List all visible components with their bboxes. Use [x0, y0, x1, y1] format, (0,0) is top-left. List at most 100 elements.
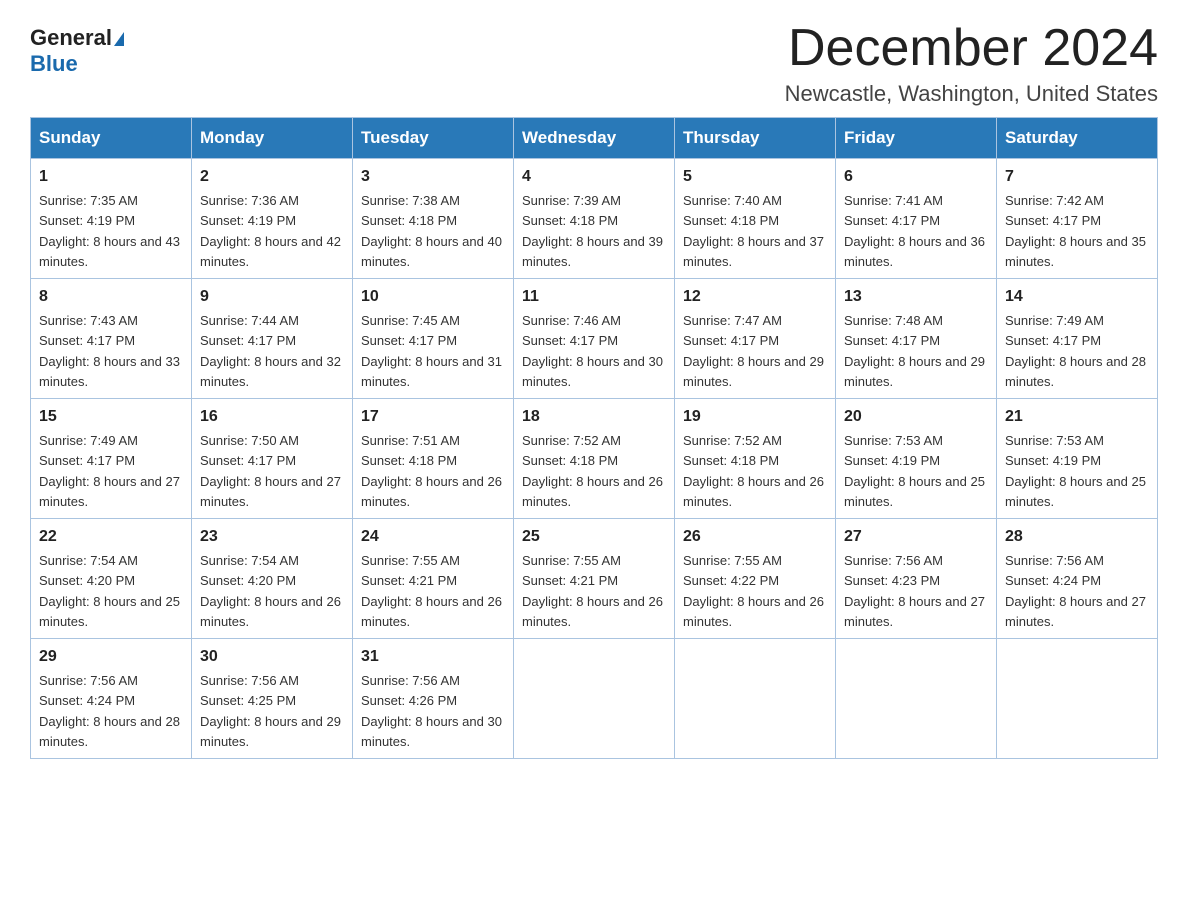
table-cell: 25 Sunrise: 7:55 AMSunset: 4:21 PMDaylig… [514, 519, 675, 639]
logo: General Blue [30, 20, 124, 77]
calendar-table: Sunday Monday Tuesday Wednesday Thursday… [30, 117, 1158, 759]
day-number: 25 [522, 525, 666, 549]
day-number: 24 [361, 525, 505, 549]
logo-general-text: General [30, 25, 112, 50]
day-number: 4 [522, 165, 666, 189]
table-cell: 23 Sunrise: 7:54 AMSunset: 4:20 PMDaylig… [192, 519, 353, 639]
day-info: Sunrise: 7:43 AMSunset: 4:17 PMDaylight:… [39, 313, 180, 389]
table-cell: 10 Sunrise: 7:45 AMSunset: 4:17 PMDaylig… [353, 279, 514, 399]
day-info: Sunrise: 7:42 AMSunset: 4:17 PMDaylight:… [1005, 193, 1146, 269]
week-row-2: 8 Sunrise: 7:43 AMSunset: 4:17 PMDayligh… [31, 279, 1158, 399]
week-row-5: 29 Sunrise: 7:56 AMSunset: 4:24 PMDaylig… [31, 639, 1158, 759]
table-cell: 18 Sunrise: 7:52 AMSunset: 4:18 PMDaylig… [514, 399, 675, 519]
table-cell: 20 Sunrise: 7:53 AMSunset: 4:19 PMDaylig… [836, 399, 997, 519]
logo-line1: General [30, 25, 124, 51]
day-info: Sunrise: 7:39 AMSunset: 4:18 PMDaylight:… [522, 193, 663, 269]
day-number: 12 [683, 285, 827, 309]
day-number: 17 [361, 405, 505, 429]
day-info: Sunrise: 7:46 AMSunset: 4:17 PMDaylight:… [522, 313, 663, 389]
table-cell: 13 Sunrise: 7:48 AMSunset: 4:17 PMDaylig… [836, 279, 997, 399]
day-info: Sunrise: 7:52 AMSunset: 4:18 PMDaylight:… [522, 433, 663, 509]
day-number: 1 [39, 165, 183, 189]
day-info: Sunrise: 7:56 AMSunset: 4:23 PMDaylight:… [844, 553, 985, 629]
day-number: 16 [200, 405, 344, 429]
day-number: 31 [361, 645, 505, 669]
day-info: Sunrise: 7:36 AMSunset: 4:19 PMDaylight:… [200, 193, 341, 269]
col-thursday: Thursday [675, 118, 836, 159]
day-number: 30 [200, 645, 344, 669]
day-number: 9 [200, 285, 344, 309]
table-cell: 8 Sunrise: 7:43 AMSunset: 4:17 PMDayligh… [31, 279, 192, 399]
day-number: 26 [683, 525, 827, 549]
header-row: Sunday Monday Tuesday Wednesday Thursday… [31, 118, 1158, 159]
table-cell: 26 Sunrise: 7:55 AMSunset: 4:22 PMDaylig… [675, 519, 836, 639]
table-cell: 5 Sunrise: 7:40 AMSunset: 4:18 PMDayligh… [675, 159, 836, 279]
day-number: 28 [1005, 525, 1149, 549]
table-cell: 22 Sunrise: 7:54 AMSunset: 4:20 PMDaylig… [31, 519, 192, 639]
day-number: 27 [844, 525, 988, 549]
col-saturday: Saturday [997, 118, 1158, 159]
day-info: Sunrise: 7:55 AMSunset: 4:21 PMDaylight:… [361, 553, 502, 629]
table-cell: 17 Sunrise: 7:51 AMSunset: 4:18 PMDaylig… [353, 399, 514, 519]
day-number: 8 [39, 285, 183, 309]
day-info: Sunrise: 7:49 AMSunset: 4:17 PMDaylight:… [39, 433, 180, 509]
logo-blue-text: Blue [30, 51, 78, 76]
table-cell: 11 Sunrise: 7:46 AMSunset: 4:17 PMDaylig… [514, 279, 675, 399]
day-number: 3 [361, 165, 505, 189]
col-sunday: Sunday [31, 118, 192, 159]
week-row-1: 1 Sunrise: 7:35 AMSunset: 4:19 PMDayligh… [31, 159, 1158, 279]
day-info: Sunrise: 7:56 AMSunset: 4:25 PMDaylight:… [200, 673, 341, 749]
day-info: Sunrise: 7:53 AMSunset: 4:19 PMDaylight:… [844, 433, 985, 509]
day-number: 5 [683, 165, 827, 189]
day-info: Sunrise: 7:51 AMSunset: 4:18 PMDaylight:… [361, 433, 502, 509]
day-info: Sunrise: 7:40 AMSunset: 4:18 PMDaylight:… [683, 193, 824, 269]
table-cell [514, 639, 675, 759]
day-number: 7 [1005, 165, 1149, 189]
table-cell: 28 Sunrise: 7:56 AMSunset: 4:24 PMDaylig… [997, 519, 1158, 639]
day-info: Sunrise: 7:47 AMSunset: 4:17 PMDaylight:… [683, 313, 824, 389]
day-number: 11 [522, 285, 666, 309]
col-tuesday: Tuesday [353, 118, 514, 159]
logo-triangle-icon [114, 32, 124, 46]
day-number: 18 [522, 405, 666, 429]
day-info: Sunrise: 7:45 AMSunset: 4:17 PMDaylight:… [361, 313, 502, 389]
day-number: 21 [1005, 405, 1149, 429]
col-friday: Friday [836, 118, 997, 159]
day-number: 22 [39, 525, 183, 549]
table-cell: 2 Sunrise: 7:36 AMSunset: 4:19 PMDayligh… [192, 159, 353, 279]
day-number: 14 [1005, 285, 1149, 309]
week-row-3: 15 Sunrise: 7:49 AMSunset: 4:17 PMDaylig… [31, 399, 1158, 519]
table-cell: 14 Sunrise: 7:49 AMSunset: 4:17 PMDaylig… [997, 279, 1158, 399]
day-number: 15 [39, 405, 183, 429]
page-header: General Blue December 2024 Newcastle, Wa… [30, 20, 1158, 107]
table-cell: 27 Sunrise: 7:56 AMSunset: 4:23 PMDaylig… [836, 519, 997, 639]
day-number: 23 [200, 525, 344, 549]
day-info: Sunrise: 7:44 AMSunset: 4:17 PMDaylight:… [200, 313, 341, 389]
table-cell: 19 Sunrise: 7:52 AMSunset: 4:18 PMDaylig… [675, 399, 836, 519]
table-cell [836, 639, 997, 759]
table-cell: 15 Sunrise: 7:49 AMSunset: 4:17 PMDaylig… [31, 399, 192, 519]
table-cell [675, 639, 836, 759]
day-info: Sunrise: 7:55 AMSunset: 4:22 PMDaylight:… [683, 553, 824, 629]
table-cell: 7 Sunrise: 7:42 AMSunset: 4:17 PMDayligh… [997, 159, 1158, 279]
table-cell: 9 Sunrise: 7:44 AMSunset: 4:17 PMDayligh… [192, 279, 353, 399]
table-cell: 12 Sunrise: 7:47 AMSunset: 4:17 PMDaylig… [675, 279, 836, 399]
title-block: December 2024 Newcastle, Washington, Uni… [785, 20, 1158, 107]
day-info: Sunrise: 7:35 AMSunset: 4:19 PMDaylight:… [39, 193, 180, 269]
day-info: Sunrise: 7:41 AMSunset: 4:17 PMDaylight:… [844, 193, 985, 269]
day-number: 20 [844, 405, 988, 429]
day-number: 10 [361, 285, 505, 309]
col-wednesday: Wednesday [514, 118, 675, 159]
table-cell: 24 Sunrise: 7:55 AMSunset: 4:21 PMDaylig… [353, 519, 514, 639]
day-info: Sunrise: 7:56 AMSunset: 4:26 PMDaylight:… [361, 673, 502, 749]
day-info: Sunrise: 7:48 AMSunset: 4:17 PMDaylight:… [844, 313, 985, 389]
table-cell: 1 Sunrise: 7:35 AMSunset: 4:19 PMDayligh… [31, 159, 192, 279]
table-cell: 6 Sunrise: 7:41 AMSunset: 4:17 PMDayligh… [836, 159, 997, 279]
table-cell: 31 Sunrise: 7:56 AMSunset: 4:26 PMDaylig… [353, 639, 514, 759]
day-number: 13 [844, 285, 988, 309]
table-cell: 30 Sunrise: 7:56 AMSunset: 4:25 PMDaylig… [192, 639, 353, 759]
day-info: Sunrise: 7:50 AMSunset: 4:17 PMDaylight:… [200, 433, 341, 509]
day-info: Sunrise: 7:38 AMSunset: 4:18 PMDaylight:… [361, 193, 502, 269]
table-cell: 4 Sunrise: 7:39 AMSunset: 4:18 PMDayligh… [514, 159, 675, 279]
logo-line2: Blue [30, 51, 78, 77]
